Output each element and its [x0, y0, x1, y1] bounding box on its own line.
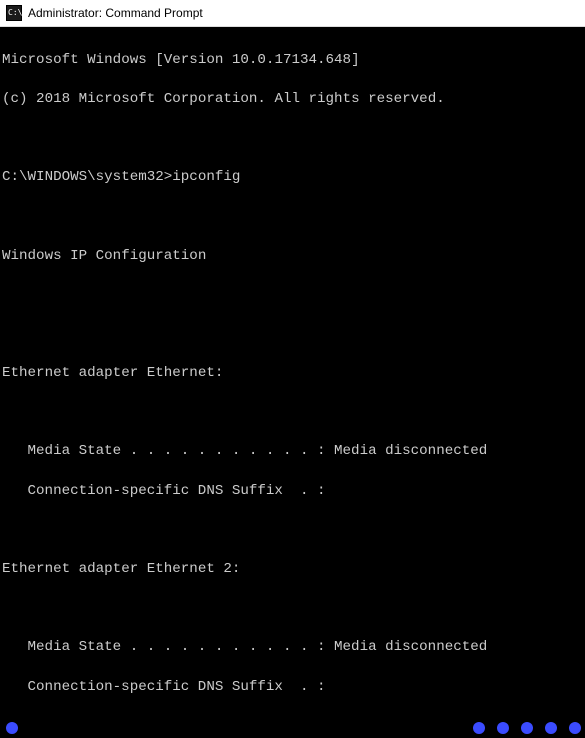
prompt-path: C:\WINDOWS\system32> [2, 169, 172, 185]
prompt-line: C:\WINDOWS\system32>ipconfig [2, 168, 585, 188]
decorative-dot [497, 722, 509, 734]
copyright-line: (c) 2018 Microsoft Corporation. All righ… [2, 90, 585, 110]
blank-line [2, 403, 585, 423]
blank-line [2, 129, 585, 149]
adapter-row: Connection-specific DNS Suffix . : [2, 678, 585, 698]
blank-line [2, 207, 585, 227]
titlebar[interactable]: C:\ Administrator: Command Prompt [0, 0, 585, 27]
version-line: Microsoft Windows [Version 10.0.17134.64… [2, 51, 585, 71]
decorative-dot [569, 722, 581, 734]
decorative-dot [545, 722, 557, 734]
section-title: Windows IP Configuration [2, 247, 585, 267]
blank-line [2, 599, 585, 619]
decorative-dot [521, 722, 533, 734]
decorative-dot [6, 722, 18, 734]
cmd-icon: C:\ [6, 5, 22, 21]
blank-line [2, 286, 585, 306]
blank-line [2, 325, 585, 345]
adapter-name: Ethernet adapter Ethernet 2: [2, 560, 585, 580]
decorative-dots [473, 722, 581, 734]
decorative-dot [473, 722, 485, 734]
titlebar-title: Administrator: Command Prompt [28, 6, 203, 20]
adapter-row: Connection-specific DNS Suffix . : [2, 482, 585, 502]
adapter-name: Ethernet adapter Ethernet: [2, 364, 585, 384]
blank-line [2, 521, 585, 541]
command-text: ipconfig [172, 169, 240, 185]
adapter-row: Media State . . . . . . . . . . . : Medi… [2, 442, 585, 462]
svg-text:C:\: C:\ [8, 8, 22, 17]
terminal-output[interactable]: Microsoft Windows [Version 10.0.17134.64… [0, 27, 585, 738]
adapter-row: Media State . . . . . . . . . . . : Medi… [2, 638, 585, 658]
